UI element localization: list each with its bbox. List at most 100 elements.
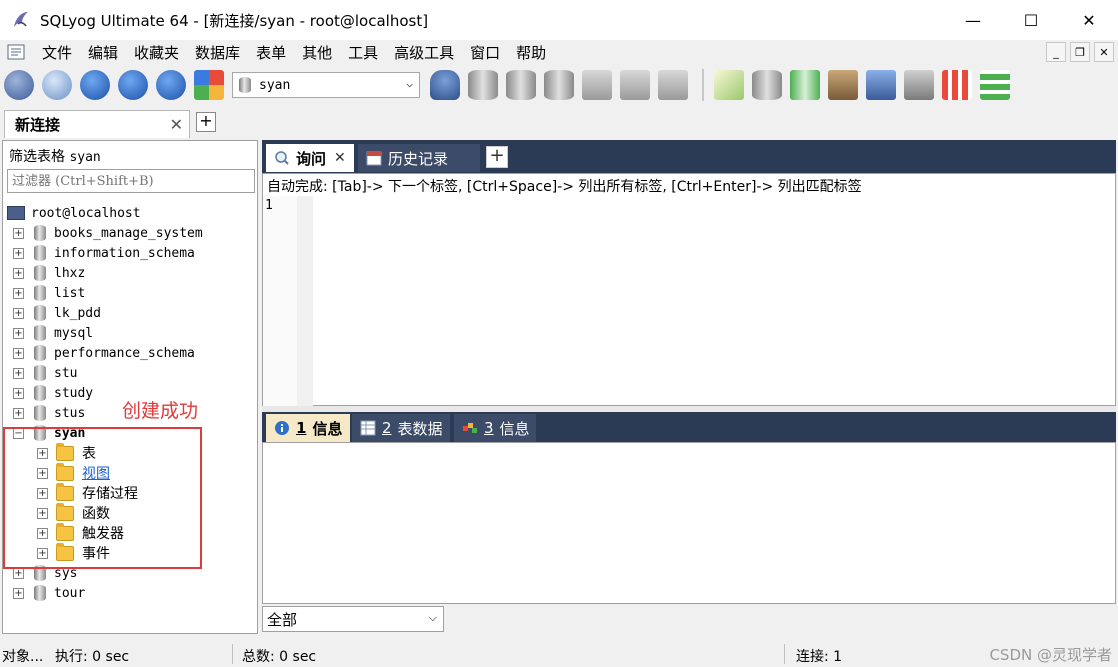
execute-all-icon[interactable] xyxy=(118,70,148,100)
expand-icon[interactable]: + xyxy=(13,227,24,239)
scheduled-jobs-icon[interactable] xyxy=(866,70,896,100)
expand-icon[interactable]: + xyxy=(13,347,24,359)
expand-icon[interactable]: + xyxy=(13,387,24,399)
execute-query-icon[interactable] xyxy=(80,70,110,100)
refresh-icon[interactable] xyxy=(156,70,186,100)
database-icon xyxy=(34,305,46,321)
query-icon xyxy=(275,151,289,165)
tree-db-item[interactable]: + tour xyxy=(3,583,257,603)
editor-gutter: 1 xyxy=(263,196,313,406)
connection-tab[interactable]: 新连接 ✕ xyxy=(4,110,190,138)
expand-icon[interactable]: + xyxy=(13,267,24,279)
tree-db-item[interactable]: + information_schema xyxy=(3,243,257,263)
expand-icon[interactable]: + xyxy=(13,407,24,419)
chevron-down-icon: ⌵ xyxy=(406,77,413,90)
tree-root[interactable]: root@localhost xyxy=(3,203,257,223)
menu-window[interactable]: 窗口 xyxy=(462,42,508,63)
mdi-close-button[interactable]: ✕ xyxy=(1094,42,1114,62)
menu-advanced-tools[interactable]: 高级工具 xyxy=(386,42,462,63)
toolbar-separator xyxy=(702,69,704,101)
calendar-icon xyxy=(366,151,382,166)
menu-database[interactable]: 数据库 xyxy=(187,42,248,63)
backup-database-icon[interactable] xyxy=(506,70,536,100)
add-query-tab-button[interactable]: + xyxy=(486,146,508,168)
watermark: CSDN @灵现学者 xyxy=(989,646,1112,664)
database-icon xyxy=(34,265,46,281)
database-selector[interactable]: syan ⌵ xyxy=(232,72,420,98)
minimize-button[interactable]: — xyxy=(944,0,1002,40)
autocomplete-hint: 自动完成: [Tab]-> 下一个标签, [Ctrl+Space]-> 列出所有… xyxy=(267,179,862,195)
edit-table-icon[interactable] xyxy=(620,70,650,100)
line-number: 1 xyxy=(265,198,273,213)
add-connection-button[interactable]: + xyxy=(196,112,216,132)
tree-db-item[interactable]: + lhxz xyxy=(3,263,257,283)
close-button[interactable]: ✕ xyxy=(1060,0,1118,40)
database-icon xyxy=(34,225,46,241)
connect-icon[interactable] xyxy=(42,70,72,100)
restore-database-icon[interactable] xyxy=(544,70,574,100)
mdi-restore-button[interactable]: ❐ xyxy=(1070,42,1090,62)
server-icon xyxy=(7,206,25,220)
close-icon[interactable]: ✕ xyxy=(170,115,183,134)
menu-help[interactable]: 帮助 xyxy=(508,42,554,63)
menu-table[interactable]: 表单 xyxy=(248,42,294,63)
sqlyog-dolphin-icon xyxy=(14,12,28,27)
user-manager-icon[interactable] xyxy=(430,70,460,100)
filter-input[interactable] xyxy=(7,169,255,193)
tree-db-item[interactable]: + mysql xyxy=(3,323,257,343)
table-icon[interactable] xyxy=(582,70,612,100)
filter-label: 筛选表格 syan xyxy=(9,149,101,165)
selected-database: syan xyxy=(259,77,291,93)
menu-file[interactable]: 文件 xyxy=(34,42,80,63)
check-icon[interactable] xyxy=(714,70,744,100)
mdi-minimize-button[interactable]: _ xyxy=(1046,42,1066,62)
sql-editor[interactable]: 1 自动完成: [Tab]-> 下一个标签, [Ctrl+Space]-> 列出… xyxy=(262,173,1116,406)
query-tab-bar: 询问 ✕ 历史记录 + xyxy=(262,140,1116,173)
query-panel: 询问 ✕ 历史记录 + 1 自动完成: [Tab]-> 下一个标签, [Ctrl… xyxy=(262,140,1116,634)
tree-db-item[interactable]: + stu xyxy=(3,363,257,383)
tab-history[interactable]: 历史记录 xyxy=(358,144,480,172)
tree-db-item[interactable]: + lk_pdd xyxy=(3,303,257,323)
toolbar: syan ⌵ xyxy=(0,64,1118,106)
connection-tab-bar: 新连接 ✕ + xyxy=(0,106,1118,138)
sync-database-icon[interactable] xyxy=(752,70,782,100)
menu-other[interactable]: 其他 xyxy=(294,42,340,63)
menu-tools[interactable]: 工具 xyxy=(340,42,386,63)
import-icon[interactable] xyxy=(828,70,858,100)
tree-db-item[interactable]: + performance_schema xyxy=(3,343,257,363)
close-icon[interactable]: ✕ xyxy=(334,150,346,166)
expand-icon[interactable]: + xyxy=(13,307,24,319)
tab-info-2[interactable]: 3 信息 xyxy=(454,414,536,442)
structure-icon[interactable] xyxy=(980,70,1010,100)
expand-icon[interactable]: + xyxy=(13,367,24,379)
tab-table-data[interactable]: 2 表数据 xyxy=(352,414,450,442)
chevron-down-icon: ⌵ xyxy=(428,611,437,624)
table-data-icon[interactable] xyxy=(658,70,688,100)
compare-icon[interactable] xyxy=(790,70,820,100)
schema-designer-icon[interactable] xyxy=(194,70,224,100)
document-icon xyxy=(7,44,25,60)
window-title: SQLyog Ultimate 64 - [新连接/syan - root@lo… xyxy=(40,11,429,30)
expand-icon[interactable]: + xyxy=(13,587,24,599)
status-bar: 对象... 执行: 0 sec 总数: 0 sec 连接: 1 CSDN @灵现… xyxy=(0,640,1118,667)
expand-icon[interactable]: + xyxy=(13,567,24,579)
tree-db-item[interactable]: + list xyxy=(3,283,257,303)
tab-query[interactable]: 询问 ✕ xyxy=(266,144,354,172)
expand-icon[interactable]: + xyxy=(13,327,24,339)
result-area[interactable] xyxy=(262,442,1116,604)
tab-result-info[interactable]: 1 信息 xyxy=(266,414,350,442)
result-filter-select[interactable]: 全部 ⌵ xyxy=(262,606,444,632)
connection-tab-label: 新连接 xyxy=(15,116,61,134)
new-connection-icon[interactable] xyxy=(4,70,34,100)
schema-icon[interactable] xyxy=(942,70,972,100)
highlight-box xyxy=(3,427,202,569)
expand-icon[interactable]: + xyxy=(13,247,24,259)
tree-db-item[interactable]: + books_manage_system xyxy=(3,223,257,243)
menu-edit[interactable]: 编辑 xyxy=(80,42,126,63)
maximize-button[interactable]: ☐ xyxy=(1002,0,1060,40)
create-database-icon[interactable] xyxy=(468,70,498,100)
database-icon xyxy=(34,585,46,601)
expand-icon[interactable]: + xyxy=(13,287,24,299)
monitor-icon[interactable] xyxy=(904,70,934,100)
menu-favorites[interactable]: 收藏夹 xyxy=(126,42,187,63)
